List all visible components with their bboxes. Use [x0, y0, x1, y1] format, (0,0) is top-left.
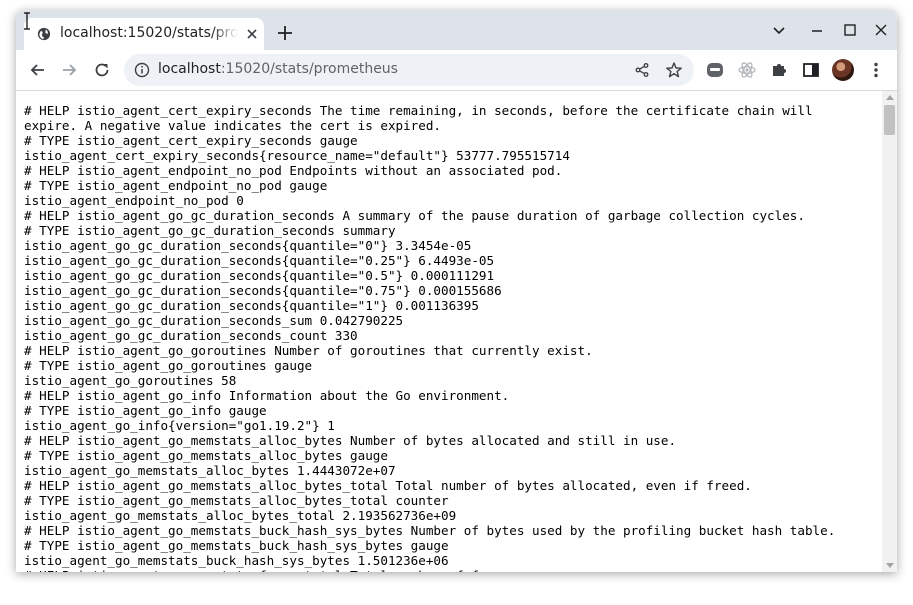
minimize-icon[interactable] — [809, 22, 825, 38]
metrics-line: istio_agent_endpoint_no_pod 0 — [24, 193, 244, 208]
url-path: :15020/stats/prometheus — [220, 61, 398, 77]
metrics-line: istio_agent_go_gc_duration_seconds_sum 0… — [24, 313, 404, 328]
metrics-line: istio_agent_go_gc_duration_seconds{quant… — [24, 253, 495, 268]
vertical-scrollbar[interactable] — [882, 91, 897, 572]
metrics-line: # HELP istio_agent_go_memstats_alloc_byt… — [24, 478, 752, 493]
globe-icon — [37, 27, 51, 41]
metrics-line: istio_agent_go_memstats_buck_hash_sys_by… — [24, 553, 449, 568]
close-icon[interactable] — [244, 26, 260, 42]
metrics-line: istio_agent_go_memstats_alloc_bytes_tota… — [24, 508, 457, 523]
metrics-line: # HELP istio_agent_go_gc_duration_second… — [24, 208, 805, 223]
metrics-line: # TYPE istio_agent_go_memstats_alloc_byt… — [24, 493, 449, 508]
metrics-line: # TYPE istio_agent_go_goroutines gauge — [24, 358, 313, 373]
extension-chat-icon[interactable] — [705, 60, 725, 80]
metrics-line: istio_agent_go_memstats_alloc_bytes 1.44… — [24, 463, 396, 478]
tab-title: localhost:15020/stats/prometheus — [60, 25, 238, 41]
metrics-text: # HELP istio_agent_cert_expiry_seconds T… — [16, 91, 882, 572]
info-icon[interactable] — [134, 62, 150, 78]
metrics-line: istio_agent_go_gc_duration_seconds{quant… — [24, 283, 502, 298]
maximize-icon[interactable] — [842, 22, 858, 38]
metrics-line: # HELP istio_agent_go_memstats_frees_tot… — [24, 568, 517, 572]
metrics-line: istio_agent_go_gc_duration_seconds{quant… — [24, 268, 495, 283]
metrics-line: # HELP istio_agent_go_memstats_alloc_byt… — [24, 433, 677, 448]
metrics-line: # TYPE istio_agent_go_memstats_alloc_byt… — [24, 448, 388, 463]
tab-strip: localhost:15020/stats/prometheus — [16, 10, 897, 50]
metrics-line: istio_agent_go_goroutines 58 — [24, 373, 237, 388]
metrics-line: # TYPE istio_agent_cert_expiry_seconds g… — [24, 133, 358, 148]
metrics-line: istio_agent_go_gc_duration_seconds{quant… — [24, 298, 479, 313]
metrics-line: expire. A negative value indicates the c… — [24, 118, 442, 133]
metrics-line: # TYPE istio_agent_go_gc_duration_second… — [24, 223, 396, 238]
page-content[interactable]: # HELP istio_agent_cert_expiry_seconds T… — [16, 91, 882, 572]
metrics-line: # HELP istio_agent_endpoint_no_pod Endpo… — [24, 163, 563, 178]
browser-window: localhost:15020/stats/prometheus — [16, 10, 897, 572]
scroll-thumb[interactable] — [884, 105, 895, 135]
metrics-line: # TYPE istio_agent_endpoint_no_pod gauge — [24, 178, 328, 193]
scroll-up-arrow-icon[interactable] — [886, 95, 894, 100]
back-arrow-icon[interactable] — [28, 60, 48, 80]
extensions-puzzle-icon[interactable] — [769, 60, 789, 80]
side-panel-icon[interactable] — [801, 60, 821, 80]
address-bar[interactable]: localhost:15020/stats/prometheus — [124, 54, 694, 86]
metrics-line: # TYPE istio_agent_go_memstats_buck_hash… — [24, 538, 449, 553]
extension-react-icon[interactable] — [737, 60, 757, 80]
menu-kebab-icon[interactable] — [866, 60, 886, 80]
scroll-down-arrow-icon[interactable] — [886, 563, 894, 568]
new-tab-icon[interactable] — [275, 23, 295, 43]
url-text[interactable]: localhost:15020/stats/prometheus — [158, 61, 398, 77]
metrics-line: istio_agent_go_gc_duration_seconds{quant… — [24, 238, 472, 253]
share-icon[interactable] — [634, 62, 650, 78]
toolbar: localhost:15020/stats/prometheus — [16, 50, 897, 91]
metrics-line: # HELP istio_agent_cert_expiry_seconds T… — [24, 103, 813, 118]
text-cursor-icon — [24, 12, 30, 30]
url-host: localhost — [158, 61, 221, 77]
bookmark-star-icon[interactable] — [665, 61, 683, 79]
metrics-line: istio_agent_go_info{version="go1.19.2"} … — [24, 418, 335, 433]
metrics-line: istio_agent_cert_expiry_seconds{resource… — [24, 148, 570, 163]
forward-arrow-icon[interactable] — [59, 60, 79, 80]
metrics-line: # HELP istio_agent_go_info Information a… — [24, 388, 510, 403]
metrics-line: # TYPE istio_agent_go_info gauge — [24, 403, 267, 418]
tab-active[interactable]: localhost:15020/stats/prometheus — [24, 18, 264, 50]
tab-search-chevron-icon[interactable] — [771, 22, 787, 38]
metrics-line: # HELP istio_agent_go_goroutines Number … — [24, 343, 593, 358]
reload-icon[interactable] — [92, 60, 112, 80]
profile-avatar[interactable] — [832, 59, 854, 81]
metrics-line: # HELP istio_agent_go_memstats_buck_hash… — [24, 523, 836, 538]
metrics-line: istio_agent_go_gc_duration_seconds_count… — [24, 328, 358, 343]
close-window-icon[interactable] — [873, 22, 889, 38]
